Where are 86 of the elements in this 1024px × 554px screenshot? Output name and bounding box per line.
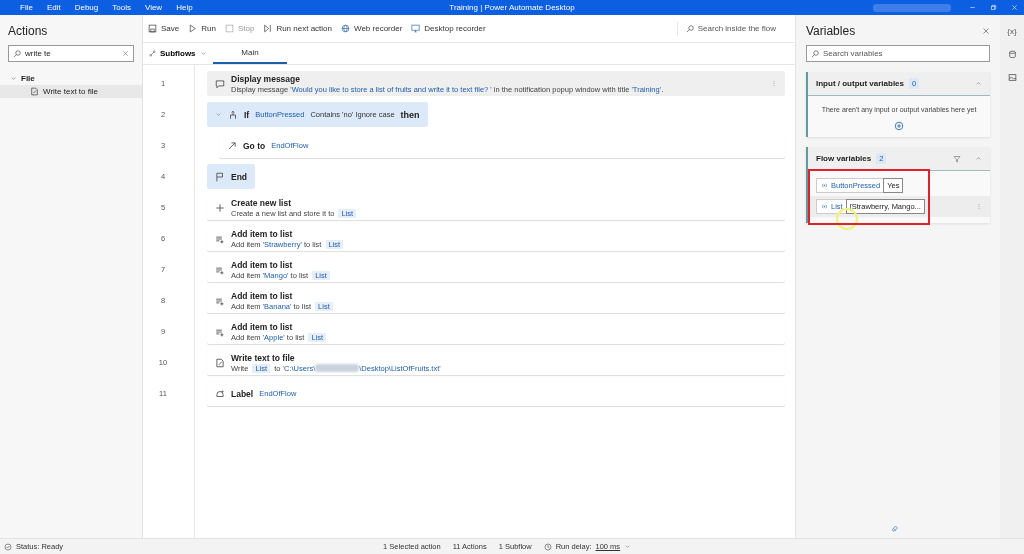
clear-icon — [122, 50, 129, 57]
message-icon — [215, 78, 225, 89]
step-title: Display message — [231, 73, 301, 84]
search-placeholder: Search inside the flow — [697, 24, 776, 33]
menu-item[interactable]: Edit — [46, 3, 61, 12]
file-edit-icon — [215, 357, 225, 368]
tree-label: Write text to file — [43, 87, 98, 96]
more-icon — [771, 79, 777, 88]
list-add-icon — [215, 326, 225, 337]
collapse-icon — [975, 154, 982, 162]
minimize-icon — [969, 4, 976, 11]
collapse-icon — [215, 111, 222, 118]
flow-step[interactable]: End — [207, 164, 256, 189]
tree-item[interactable]: File — [0, 72, 142, 85]
section-title: Input / output variables — [816, 79, 904, 88]
arrow-icon — [227, 140, 237, 151]
branch-icon — [228, 109, 238, 120]
toolbar-button[interactable]: Desktop recorder — [411, 24, 486, 33]
image-icon — [1007, 73, 1017, 82]
checkbox-icon — [224, 24, 234, 33]
toolbar-button[interactable]: Save — [148, 24, 180, 33]
dropdown-icon — [624, 543, 632, 550]
globe-icon — [341, 24, 350, 33]
search-field[interactable]: write te — [8, 45, 134, 62]
subflows-button[interactable]: Subflows — [143, 43, 213, 64]
plus-icon — [215, 202, 225, 213]
step-title: Write text to file — [231, 352, 296, 363]
step-title: Add item to list — [231, 321, 294, 332]
step-icon — [263, 24, 273, 33]
list-add-icon — [215, 295, 225, 306]
more-icon — [976, 202, 982, 211]
step-title: Add item to list — [231, 228, 294, 239]
list-add-icon — [215, 264, 225, 275]
menu-item[interactable]: File — [20, 3, 33, 12]
expand-icon — [10, 75, 17, 82]
eraser-icon — [891, 524, 899, 532]
menu-item[interactable]: Debug — [74, 3, 99, 12]
check-circle-icon — [4, 542, 12, 551]
menu-item[interactable]: Help — [176, 3, 193, 12]
step-title: Add item to list — [231, 259, 294, 270]
search-field[interactable]: Search variables — [806, 45, 990, 62]
search-icon — [13, 49, 21, 58]
search-placeholder: Search variables — [823, 49, 883, 58]
flag-icon — [215, 171, 225, 182]
menu-item[interactable]: Tools — [112, 3, 131, 12]
tree-item[interactable]: Write text to file — [0, 85, 142, 98]
restore-icon — [990, 4, 997, 11]
flow-search-field[interactable]: Search inside the flow — [676, 21, 776, 36]
clock-icon — [543, 542, 552, 551]
search-value: write te — [25, 49, 51, 58]
search-icon — [685, 24, 694, 33]
menu-item[interactable]: View — [144, 3, 163, 12]
step-title: End — [231, 171, 248, 182]
step-title: Go to — [243, 140, 266, 151]
save-icon — [148, 24, 157, 33]
keyword-text: then — [400, 109, 420, 120]
search-icon — [811, 49, 819, 58]
variables-tab[interactable]: {x} — [1007, 27, 1017, 36]
step-title: Label — [231, 388, 254, 399]
close-icon — [982, 27, 990, 35]
redacted-block — [315, 364, 360, 372]
panel-title: Variables — [806, 24, 856, 38]
play-icon — [188, 24, 198, 33]
step-title: If — [244, 109, 250, 120]
section-title: Flow variables — [816, 154, 872, 163]
add-icon — [894, 121, 904, 131]
step-title: Add item to list — [231, 290, 294, 301]
toolbar-button[interactable]: Run next action — [263, 24, 332, 33]
database-icon — [1007, 50, 1017, 59]
subflow-icon — [149, 50, 156, 57]
tree-label: File — [21, 74, 35, 83]
toolbar-button[interactable]: Run — [188, 24, 216, 33]
toolbar-button[interactable]: Web recorder — [341, 24, 403, 33]
filter-icon — [953, 154, 961, 163]
list-add-icon — [215, 233, 225, 244]
collapse-icon — [975, 80, 982, 87]
file-icon — [30, 87, 39, 96]
close-icon — [1011, 4, 1018, 11]
panel-title: Actions — [8, 24, 49, 38]
step-title: Create new list — [231, 197, 292, 208]
chevron-icon — [199, 50, 207, 57]
variable-icon — [821, 182, 828, 189]
tab[interactable]: Main — [213, 43, 287, 64]
monitor-icon — [411, 24, 421, 33]
window-title: Training | Power Automate Desktop — [449, 3, 575, 12]
variable-icon — [821, 203, 828, 210]
